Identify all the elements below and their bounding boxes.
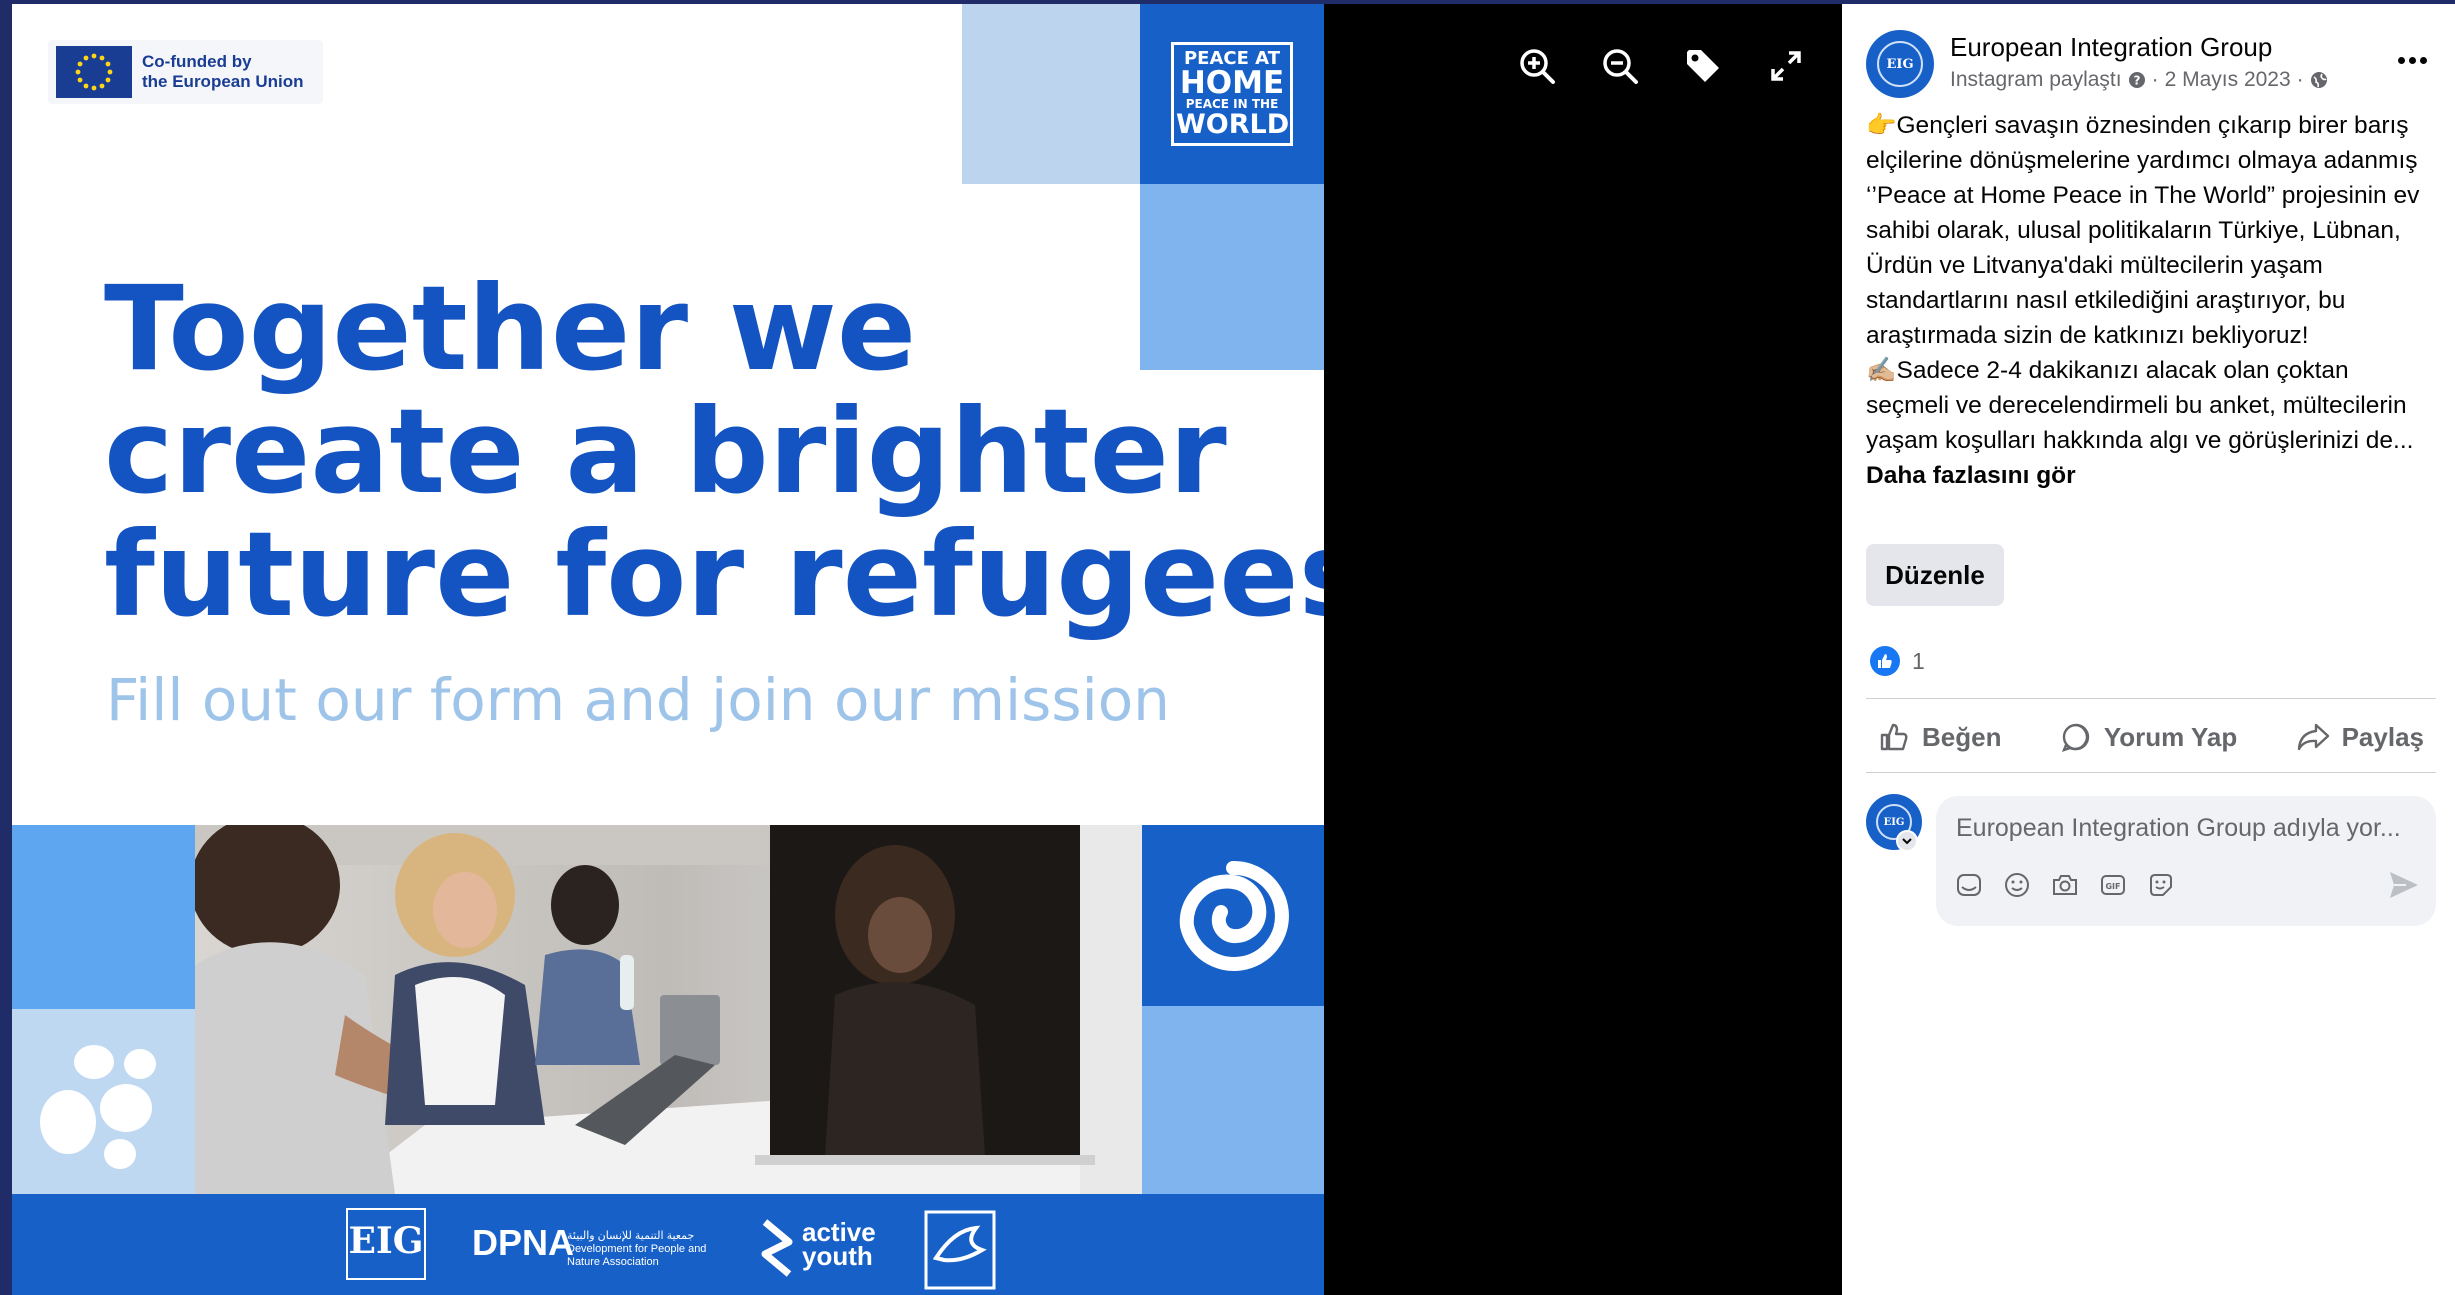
tag-button[interactable]	[1681, 44, 1725, 88]
post-text: 👉Gençleri savaşın öznesinden çıkarıp bir…	[1866, 108, 2436, 493]
help-icon[interactable]: ?	[2128, 71, 2146, 89]
more-options-button[interactable]	[2390, 42, 2434, 78]
emoji-smiley-icon	[2005, 873, 2029, 897]
comment-composer: GIF	[1936, 796, 2436, 926]
camera-icon	[2053, 875, 2077, 895]
like-reaction-icon	[1870, 646, 1900, 676]
like-label: Beğen	[1922, 721, 2002, 752]
page-name-link[interactable]: European Integration Group	[1950, 32, 2272, 63]
chevron-down-icon	[1902, 838, 1912, 845]
gif-button[interactable]: GIF	[2098, 870, 2128, 900]
fullscreen-icon	[1771, 51, 1801, 81]
zoom-in-button[interactable]	[1515, 44, 1559, 88]
photo-viewer-background	[1324, 4, 1842, 1295]
divider	[1866, 698, 2436, 699]
comment-button[interactable]: Yorum Yap	[2048, 721, 2249, 753]
poster-headline: Together we create a brighter future for…	[104, 260, 1324, 643]
active-youth-logo: active youth	[802, 1219, 876, 1271]
fullscreen-button[interactable]	[1764, 44, 1808, 88]
share-arrow-icon	[2297, 723, 2329, 751]
avatar-sticker-icon	[1957, 874, 1981, 896]
people-at-laptops-photo	[195, 825, 1142, 1194]
post-image[interactable]: Co-funded by the European Union PEACE AT…	[12, 4, 1324, 1295]
meta-source: Instagram paylaştı	[1950, 68, 2122, 91]
emoji-button[interactable]	[2002, 870, 2032, 900]
thumbs-up-icon	[1880, 723, 1908, 751]
youth-word: youth	[802, 1241, 873, 1271]
deco-block	[962, 4, 1142, 184]
peace-at-home-wordmark: PEACE AT HOME PEACE IN THE WORLD	[1171, 42, 1293, 146]
send-icon[interactable]	[2388, 870, 2420, 900]
post-actions-bar: Beğen Yorum Yap Paylaş	[1866, 704, 2436, 770]
meta-date-link[interactable]: 2 Mayıs 2023	[2165, 68, 2291, 92]
more-dots-icon	[2397, 56, 2405, 64]
deco-block	[1142, 1006, 1324, 1194]
post-meta: Instagram paylaştı ? · 2 Mayıs 2023 ·	[1950, 68, 2328, 92]
deco-block	[12, 825, 195, 1009]
eu-cofunded-text: Co-funded by the European Union	[142, 52, 312, 92]
partner-logos-band: EIG DPNA جمعية التنمية للإنسان والبيئة D…	[12, 1194, 1324, 1295]
eig-logo: EIG	[346, 1208, 426, 1280]
spiral-icon	[1179, 860, 1289, 971]
zoom-out-icon	[1603, 49, 1638, 84]
photo-button[interactable]	[2050, 870, 2080, 900]
tag-icon	[1687, 50, 1719, 82]
comment-label: Yorum Yap	[2103, 721, 2238, 752]
svg-text:GIF: GIF	[2105, 882, 2120, 891]
comment-input[interactable]	[1956, 810, 2416, 846]
see-more-link[interactable]: Daha fazlasını gör	[1866, 462, 2076, 489]
comment-tools: GIF	[1954, 870, 2176, 900]
eu-flag-icon	[56, 46, 132, 98]
gif-icon: GIF	[2101, 875, 2125, 895]
poster-subline: Fill out our form and join our mission	[106, 666, 1170, 734]
more-dots-icon	[2408, 56, 2416, 64]
dpna-subtitle: جمعية التنمية للإنسان والبيئة Developmen…	[567, 1230, 707, 1268]
eu-cofunded-badge: Co-funded by the European Union	[48, 40, 323, 104]
globe-icon	[2310, 72, 2327, 88]
active-youth-mark-icon	[761, 1219, 793, 1277]
more-dots-icon	[2419, 56, 2427, 64]
page-avatar[interactable]: EIG	[1866, 30, 1934, 98]
svg-text:?: ?	[2133, 74, 2140, 88]
meta-separator: ·	[2151, 68, 2159, 91]
blob-shape-icon	[40, 1045, 156, 1169]
pah-line-4: WORLD	[1176, 109, 1290, 140]
sticker-icon	[2150, 874, 2172, 896]
spiral-logo	[1142, 825, 1324, 1006]
avatar-sticker-button[interactable]	[1954, 870, 1984, 900]
like-count: 1	[1912, 647, 1925, 674]
post-paragraph-2: ✍🏼Sadece 2-4 dakikanızı alacak olan çokt…	[1866, 353, 2436, 493]
share-label: Paylaş	[2341, 721, 2424, 752]
eu-line-1: Co-funded by	[142, 52, 252, 71]
share-button[interactable]: Paylaş	[2284, 721, 2436, 753]
zoom-in-icon	[1520, 49, 1555, 84]
headline-line-1: Together we	[104, 260, 917, 397]
post-details-panel: EIG European Integration Group Instagram…	[1842, 4, 2455, 1295]
comment-bubble-icon	[2061, 723, 2090, 752]
avatar-text: EIG	[1877, 41, 1923, 87]
eu-line-2: the European Union	[142, 72, 304, 91]
dove-logo-icon	[924, 1210, 996, 1290]
peace-at-home-logo: PEACE AT HOME PEACE IN THE WORLD	[1140, 4, 1324, 184]
edit-button[interactable]: Düzenle	[1866, 544, 2004, 606]
post-paragraph-2-text: ✍🏼Sadece 2-4 dakikanızı alacak olan çokt…	[1866, 357, 2414, 454]
meta-separator: ·	[2296, 68, 2304, 91]
frame-border	[0, 0, 12, 1295]
headline-line-3: future for refugees	[104, 506, 1324, 643]
pah-line-2: HOME	[1179, 65, 1285, 101]
divider	[1866, 772, 2436, 773]
screen: Co-funded by the European Union PEACE AT…	[0, 0, 2455, 1295]
post-paragraph-1: 👉Gençleri savaşın öznesinden çıkarıp bir…	[1866, 112, 2420, 349]
headline-line-2: create a brighter	[104, 383, 1227, 520]
like-button[interactable]: Beğen	[1866, 721, 2013, 753]
switch-profile-button[interactable]	[1896, 830, 1918, 852]
reactions-summary[interactable]: 1	[1870, 646, 1925, 676]
zoom-out-button[interactable]	[1598, 44, 1642, 88]
sticker-button[interactable]	[2146, 870, 2176, 900]
dpna-logo: DPNA	[472, 1222, 575, 1263]
